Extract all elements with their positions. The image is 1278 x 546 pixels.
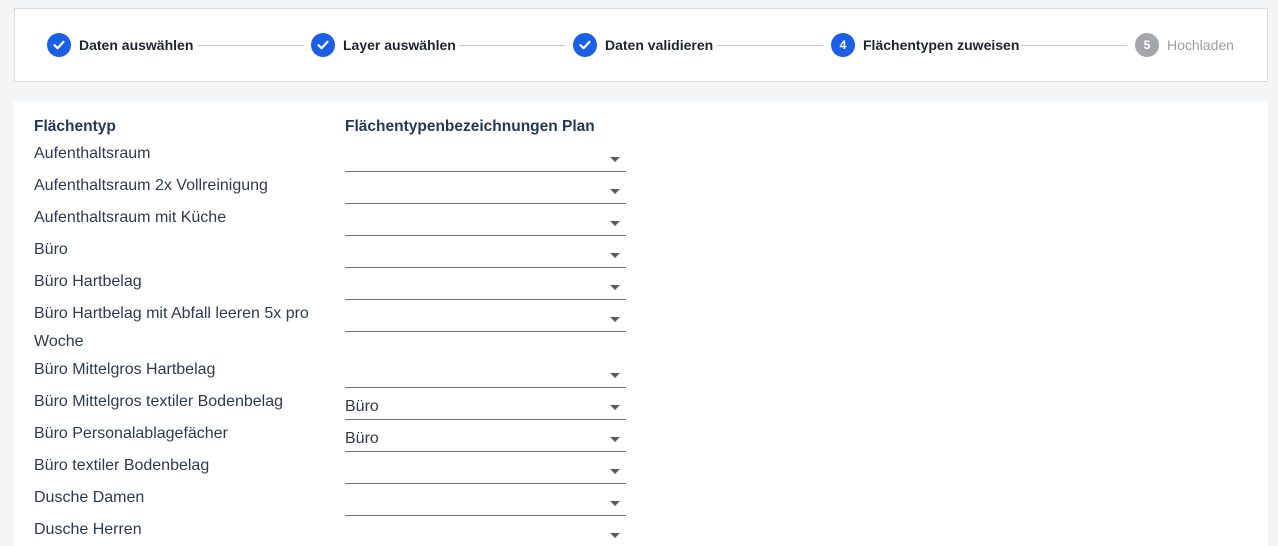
step-label: Flächentypen zuweisen — [863, 37, 1020, 53]
plan-name-select[interactable] — [345, 304, 626, 332]
select-value: Büro — [345, 398, 379, 415]
step-label: Daten auswählen — [79, 37, 194, 53]
column-header-plan-names: Flächentypenbezeichnungen Plan — [345, 118, 595, 135]
step-number: 4 — [831, 33, 855, 57]
step-number: 5 — [1135, 33, 1159, 57]
check-icon — [573, 33, 597, 57]
plan-name-select[interactable] — [345, 176, 626, 204]
dropdown-arrow-icon — [610, 405, 620, 410]
select-value: Büro — [345, 430, 379, 447]
area-type-label: Büro Mittelgros Hartbelag — [34, 361, 216, 378]
plan-name-select[interactable]: Büro — [345, 424, 626, 452]
check-icon — [311, 33, 335, 57]
plan-name-select[interactable] — [345, 360, 626, 388]
plan-name-select[interactable] — [345, 240, 626, 268]
dropdown-arrow-icon — [610, 469, 620, 474]
plan-name-select[interactable] — [345, 456, 626, 484]
step-layer-select[interactable]: Layer auswählen — [311, 33, 456, 57]
dropdown-arrow-icon — [610, 501, 620, 506]
area-type-label: Büro Hartbelag — [34, 273, 142, 290]
dropdown-arrow-icon — [610, 533, 620, 538]
plan-name-select[interactable] — [345, 208, 626, 236]
area-type-label: Aufenthaltsraum 2x Vollreinigung — [34, 177, 268, 194]
area-type-label: Dusche Damen — [34, 489, 145, 506]
area-type-label: Büro Hartbelag mit Abfall leeren 5x pro … — [34, 305, 309, 350]
dropdown-arrow-icon — [610, 373, 620, 378]
step-connector — [198, 45, 304, 46]
step-connector — [1021, 45, 1127, 46]
area-type-label: Büro Mittelgros textiler Bodenbelag — [34, 393, 284, 410]
area-type-label: Büro — [34, 241, 68, 258]
dropdown-arrow-icon — [610, 189, 620, 194]
plan-name-select[interactable]: Büro — [345, 392, 626, 420]
plan-name-select[interactable] — [345, 520, 626, 546]
dropdown-arrow-icon — [610, 437, 620, 442]
stepper: Daten auswählen Layer auswählen Daten va… — [14, 8, 1268, 82]
dropdown-arrow-icon — [610, 317, 620, 322]
plan-name-select[interactable] — [345, 488, 626, 516]
step-upload[interactable]: 5 Hochladen — [1135, 33, 1234, 57]
step-label: Hochladen — [1167, 37, 1234, 53]
step-label: Daten validieren — [605, 37, 714, 53]
area-type-label: Aufenthaltsraum mit Küche — [34, 209, 227, 226]
step-label: Layer auswählen — [343, 37, 456, 53]
step-connector — [459, 45, 565, 46]
plan-name-select[interactable] — [345, 144, 626, 172]
plan-name-select[interactable] — [345, 272, 626, 300]
dropdown-arrow-icon — [610, 157, 620, 162]
step-data-select[interactable]: Daten auswählen — [47, 33, 193, 57]
area-type-label: Dusche Herren — [34, 521, 142, 538]
dropdown-arrow-icon — [610, 285, 620, 290]
dropdown-arrow-icon — [610, 221, 620, 226]
step-area-types-assign[interactable]: 4 Flächentypen zuweisen — [831, 33, 1019, 57]
step-connector — [717, 45, 823, 46]
check-icon — [47, 33, 71, 57]
step-data-validate[interactable]: Daten validieren — [573, 33, 713, 57]
mapping-panel: Flächentyp Flächentypenbezeichnungen Pla… — [14, 101, 1268, 546]
column-header-area-type: Flächentyp — [34, 118, 116, 135]
area-type-label: Büro Personalablagefächer — [34, 425, 228, 442]
area-type-label: Büro textiler Bodenbelag — [34, 457, 210, 474]
area-type-label: Aufenthaltsraum — [34, 145, 151, 162]
dropdown-arrow-icon — [610, 253, 620, 258]
